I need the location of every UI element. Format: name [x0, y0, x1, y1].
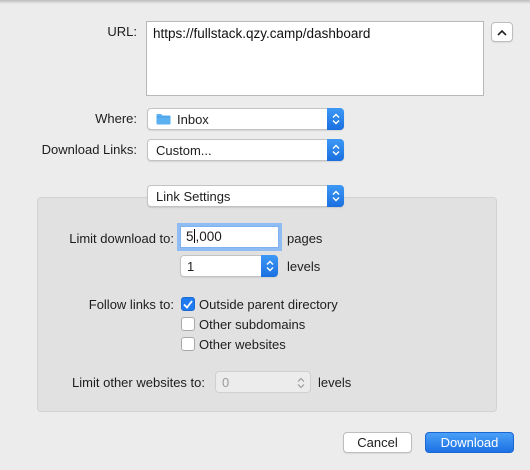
window-top-shadow — [0, 0, 530, 4]
levels-unit-label: levels — [287, 259, 321, 274]
stepper-arrows-icon — [297, 377, 305, 389]
download-links-value: Custom... — [156, 142, 212, 158]
download-button[interactable]: Download — [425, 432, 514, 453]
link-settings-value: Link Settings — [156, 188, 231, 204]
url-label: URL: — [107, 24, 137, 39]
collapse-button[interactable] — [491, 22, 513, 42]
pages-unit-label: pages — [287, 231, 323, 246]
download-links-label: Download Links: — [41, 142, 137, 157]
levels-stepper[interactable]: 1 — [180, 255, 278, 277]
where-label: Where: — [95, 111, 137, 126]
follow-links-label: Follow links to: — [88, 297, 174, 312]
popup-arrows-icon — [327, 108, 344, 130]
popup-arrows-icon — [327, 185, 344, 207]
folder-icon — [156, 114, 171, 125]
stepper-arrows-icon[interactable] — [261, 255, 278, 277]
checkbox-other-subdomains[interactable] — [181, 317, 195, 331]
option-outside-parent-label[interactable]: Outside parent directory — [199, 297, 338, 312]
limit-download-label: Limit download to: — [69, 231, 174, 246]
other-websites-levels-stepper: 0 — [215, 371, 311, 393]
link-settings-popup[interactable]: Link Settings — [147, 185, 344, 207]
url-field[interactable]: https://fullstack.qzy.camp/dashboard — [146, 21, 484, 96]
where-popup[interactable]: Inbox — [147, 108, 344, 130]
other-websites-levels-value: 0 — [222, 374, 230, 390]
checkbox-outside-parent[interactable] — [181, 297, 195, 311]
levels-value: 1 — [187, 258, 195, 274]
option-other-subdomains-label[interactable]: Other subdomains — [199, 317, 305, 332]
other-websites-unit-label: levels — [318, 375, 352, 390]
where-value: Inbox — [177, 111, 209, 127]
pages-value-start: 5 — [186, 229, 194, 244]
checkmark-icon — [183, 299, 193, 309]
limit-pages-input[interactable]: 5,000 — [180, 226, 279, 248]
checkbox-other-websites[interactable] — [181, 337, 195, 351]
option-other-websites-label[interactable]: Other websites — [199, 337, 286, 352]
chevron-up-icon — [497, 29, 507, 36]
cancel-button[interactable]: Cancel — [343, 432, 412, 453]
popup-arrows-icon — [327, 139, 344, 161]
pages-value-end: ,000 — [195, 229, 222, 244]
download-links-popup[interactable]: Custom... — [147, 139, 344, 161]
limit-other-websites-label: Limit other websites to: — [72, 375, 205, 390]
